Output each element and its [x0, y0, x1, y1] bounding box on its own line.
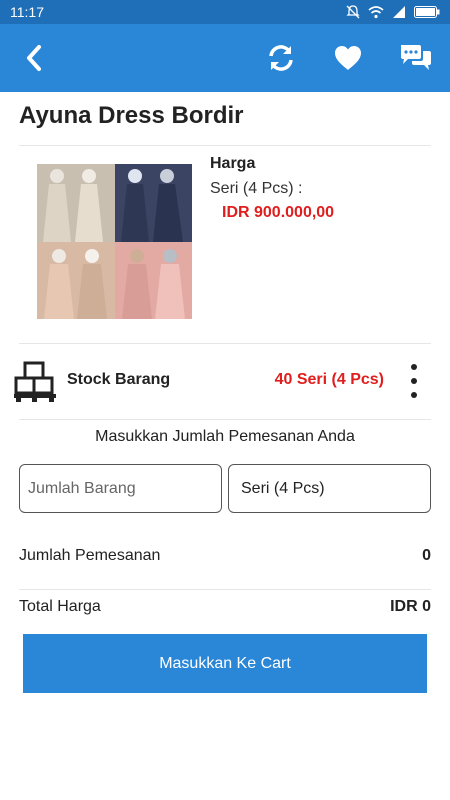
- wifi-icon: [368, 6, 384, 19]
- favorite-button[interactable]: [328, 38, 368, 78]
- total-harga-label: Total Harga: [19, 598, 101, 615]
- quantity-input[interactable]: [19, 464, 222, 513]
- battery-icon: [414, 6, 440, 18]
- chat-icon: [401, 45, 431, 70]
- more-options-button[interactable]: [404, 364, 424, 398]
- boxes-icon: [14, 361, 56, 402]
- price-unit: Seri (4 Pcs) :: [210, 180, 303, 197]
- order-prompt: Masukkan Jumlah Pemesanan Anda: [95, 428, 355, 445]
- divider: [19, 343, 431, 344]
- more-vert-icon: [411, 364, 417, 370]
- divider: [19, 419, 431, 420]
- jumlah-pemesanan-label: Jumlah Pemesanan: [19, 547, 161, 564]
- status-time: 11:17: [10, 4, 44, 20]
- divider: [19, 589, 431, 590]
- back-arrow-icon: [27, 45, 41, 71]
- add-to-cart-button[interactable]: Masukkan Ke Cart: [23, 634, 427, 693]
- total-harga-value: IDR 0: [390, 598, 431, 615]
- refresh-icon: [269, 45, 293, 71]
- price-value: IDR 900.000,00: [222, 204, 335, 221]
- signal-icon: [393, 6, 405, 18]
- stock-value: 40 Seri (4 Pcs): [274, 371, 384, 388]
- product-image[interactable]: [37, 164, 192, 319]
- product-photo-collage: [37, 164, 192, 319]
- back-button[interactable]: [14, 38, 54, 78]
- status-icons: [346, 5, 440, 19]
- chat-button[interactable]: [396, 38, 436, 78]
- refresh-button[interactable]: [261, 38, 301, 78]
- product-title: Ayuna Dress Bordir: [19, 102, 244, 129]
- app-bar: [0, 24, 450, 92]
- mute-notification-icon: [346, 5, 360, 19]
- heart-icon: [335, 46, 361, 70]
- status-bar: 11:17: [0, 0, 450, 24]
- unit-select[interactable]: Seri (4 Pcs): [228, 464, 431, 513]
- divider: [19, 145, 431, 146]
- price-label: Harga: [210, 155, 256, 172]
- stock-label: Stock Barang: [67, 371, 171, 388]
- jumlah-pemesanan-value: 0: [422, 547, 431, 564]
